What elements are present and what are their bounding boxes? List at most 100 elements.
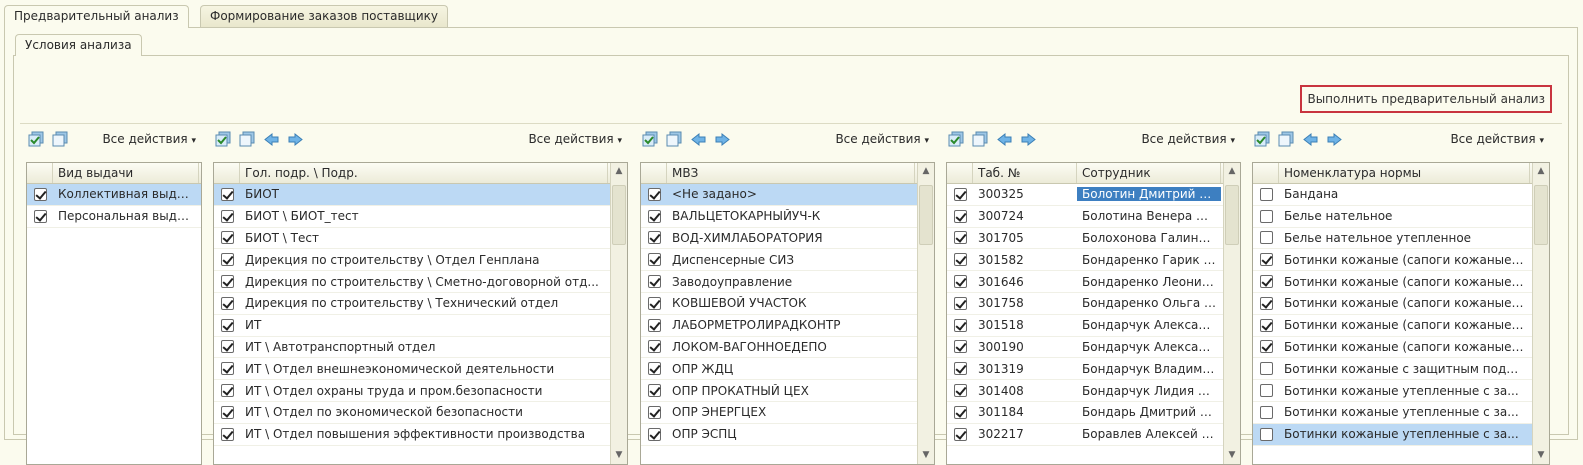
move-left-icon[interactable] <box>996 131 1013 148</box>
row-checkbox[interactable] <box>220 296 234 310</box>
row-checkbox[interactable] <box>33 209 47 223</box>
scroll-up-icon[interactable]: ▲ <box>611 163 627 180</box>
row-checkbox[interactable] <box>953 231 967 245</box>
column-header-cost-center[interactable]: МВЗ <box>667 163 915 183</box>
table-row[interactable]: ОПР ЖДЦ <box>641 358 917 381</box>
table-row[interactable]: 301758 Бондаренко Ольга Ви... <box>947 293 1223 315</box>
department-table[interactable]: Гол. подр. \ Подр. БИОТ БИОТ \ БИОТ_тест БИ… <box>213 162 628 465</box>
row-checkbox[interactable] <box>953 340 967 354</box>
table-row[interactable]: Коллективная выда... <box>27 184 201 206</box>
row-checkbox[interactable] <box>953 318 967 332</box>
row-checkbox[interactable] <box>647 362 661 376</box>
row-checkbox[interactable] <box>1259 209 1273 223</box>
row-checkbox[interactable] <box>220 275 234 289</box>
table-row[interactable]: Заводоуправление <box>641 271 917 293</box>
row-checkbox[interactable] <box>953 275 967 289</box>
table-row[interactable]: 301408 Бондарчук Лидия Ник... <box>947 380 1223 402</box>
row-checkbox[interactable] <box>1259 296 1273 310</box>
table-row[interactable]: ИТ <box>214 315 610 337</box>
all-actions-menu[interactable]: Все действия ▾ <box>528 132 622 146</box>
all-actions-menu[interactable]: Все действия ▾ <box>1450 132 1544 146</box>
column-header-norm-nomenclature[interactable]: Номенклатура нормы <box>1279 163 1530 183</box>
move-left-icon[interactable] <box>1302 131 1319 148</box>
scroll-up-icon[interactable]: ▲ <box>1224 163 1240 180</box>
row-checkbox[interactable] <box>220 340 234 354</box>
vertical-scrollbar[interactable]: ▲ ▼ <box>1532 163 1549 464</box>
table-row[interactable]: ОПР ЭНЕРГЦЕХ <box>641 402 917 424</box>
check-all-icon[interactable] <box>642 131 659 148</box>
table-row[interactable]: БИОТ <box>214 184 610 206</box>
table-row[interactable]: Ботинки кожаные (сапоги кожаные)... <box>1253 249 1532 272</box>
table-row[interactable]: 300190 Бондарчук Александ... <box>947 337 1223 359</box>
uncheck-all-icon[interactable] <box>1278 131 1295 148</box>
scroll-down-icon[interactable]: ▼ <box>918 447 934 464</box>
table-row[interactable]: Ботинки кожаные утепленные с за... <box>1253 423 1532 446</box>
check-all-icon[interactable] <box>28 131 45 148</box>
scroll-down-icon[interactable]: ▼ <box>611 447 627 464</box>
column-header-tab-number[interactable]: Таб. № <box>973 163 1077 183</box>
row-checkbox[interactable] <box>953 405 967 419</box>
table-row[interactable]: Ботинки кожаные утепленные с за... <box>1253 402 1532 424</box>
row-checkbox[interactable] <box>1259 318 1273 332</box>
tab-number-table[interactable]: Таб. № Сотрудник 300325 Болотин Дмитрий Вла… <box>946 162 1241 465</box>
table-row[interactable]: 300325 Болотин Дмитрий Вла... <box>947 184 1223 206</box>
scroll-thumb[interactable] <box>1534 185 1548 245</box>
uncheck-all-icon[interactable] <box>972 131 989 148</box>
scroll-thumb[interactable] <box>1225 185 1239 245</box>
table-row[interactable]: Бандана <box>1253 184 1532 206</box>
row-checkbox[interactable] <box>220 209 234 223</box>
row-checkbox[interactable] <box>647 384 661 398</box>
check-all-icon[interactable] <box>1254 131 1271 148</box>
row-checkbox[interactable] <box>647 253 661 267</box>
move-right-icon[interactable] <box>1020 131 1037 148</box>
table-row[interactable]: ВОД-ХИМЛАБОРАТОРИЯ <box>641 228 917 250</box>
table-row[interactable]: Ботинки кожаные (сапоги кожаные) ... <box>1253 315 1532 337</box>
table-row[interactable]: 301184 Бондарь Дмитрий Ник... <box>947 402 1223 424</box>
table-row[interactable]: Дирекция по строительству \ Сметно-догов… <box>214 271 610 293</box>
row-checkbox[interactable] <box>647 427 661 441</box>
row-checkbox[interactable] <box>647 318 661 332</box>
table-row[interactable]: 301518 Бондарчук Александ... <box>947 315 1223 337</box>
uncheck-all-icon[interactable] <box>52 131 69 148</box>
table-row[interactable]: Диспенсерные СИЗ <box>641 249 917 272</box>
tab-analysis-conditions[interactable]: Условия анализа <box>15 34 142 56</box>
table-row[interactable]: Ботинки кожаные утепленные с за... <box>1253 380 1532 402</box>
norm-nomenclature-table[interactable]: Номенклатура нормы Бандана Белье нательное… <box>1252 162 1550 465</box>
table-row[interactable]: ВАЛЬЦЕТОКАРНЫЙУЧ-К <box>641 206 917 228</box>
tab-preliminary-analysis[interactable]: Предварительный анализ <box>4 5 189 28</box>
uncheck-all-icon[interactable] <box>666 131 683 148</box>
run-preliminary-analysis-button[interactable]: Выполнить предварительный анализ <box>1300 85 1552 113</box>
row-checkbox[interactable] <box>1259 275 1273 289</box>
table-row[interactable]: Персональная выда... <box>27 206 201 228</box>
table-row[interactable]: 301646 Бондаренко Леонид ... <box>947 271 1223 293</box>
table-row[interactable]: ИТ \ Отдел внешнеэкономической деятельно… <box>214 358 610 381</box>
scroll-thumb[interactable] <box>919 185 933 245</box>
row-checkbox[interactable] <box>220 187 234 201</box>
row-checkbox[interactable] <box>1259 253 1273 267</box>
row-checkbox[interactable] <box>647 405 661 419</box>
row-checkbox[interactable] <box>220 318 234 332</box>
table-row[interactable]: Дирекция по строительству \ Технический … <box>214 293 610 315</box>
row-checkbox[interactable] <box>1259 427 1273 441</box>
table-row[interactable]: Белье нательное <box>1253 206 1532 228</box>
table-row[interactable]: КОВШЕВОЙ УЧАСТОК <box>641 293 917 315</box>
table-row[interactable]: Ботинки кожаные (сапоги кожаные) ... <box>1253 293 1532 315</box>
scroll-down-icon[interactable]: ▼ <box>1224 447 1240 464</box>
table-row[interactable]: ОПР ЭСПЦ <box>641 424 917 446</box>
scroll-up-icon[interactable]: ▲ <box>1533 163 1549 180</box>
table-row[interactable]: ИТ \ Отдел по экономической безопасности <box>214 402 610 424</box>
row-checkbox[interactable] <box>220 427 234 441</box>
move-left-icon[interactable] <box>690 131 707 148</box>
column-header-department[interactable]: Гол. подр. \ Подр. <box>240 163 608 183</box>
table-row[interactable]: Дирекция по строительству \ Отдел Генпла… <box>214 249 610 272</box>
tab-supplier-orders[interactable]: Формирование заказов поставщику <box>200 5 448 27</box>
table-row[interactable]: ИТ \ Отдел повышения эффективности произ… <box>214 424 610 446</box>
table-row[interactable]: БИОТ \ Тест <box>214 228 610 250</box>
row-checkbox[interactable] <box>953 296 967 310</box>
uncheck-all-icon[interactable] <box>239 131 256 148</box>
row-checkbox[interactable] <box>953 384 967 398</box>
cost-center-table[interactable]: МВЗ <Не задано> ВАЛЬЦЕТОКАРНЫЙУЧ-К ВОД-ХИМЛ… <box>640 162 935 465</box>
check-all-icon[interactable] <box>948 131 965 148</box>
scroll-thumb[interactable] <box>612 185 626 245</box>
vertical-scrollbar[interactable]: ▲ ▼ <box>1223 163 1240 464</box>
